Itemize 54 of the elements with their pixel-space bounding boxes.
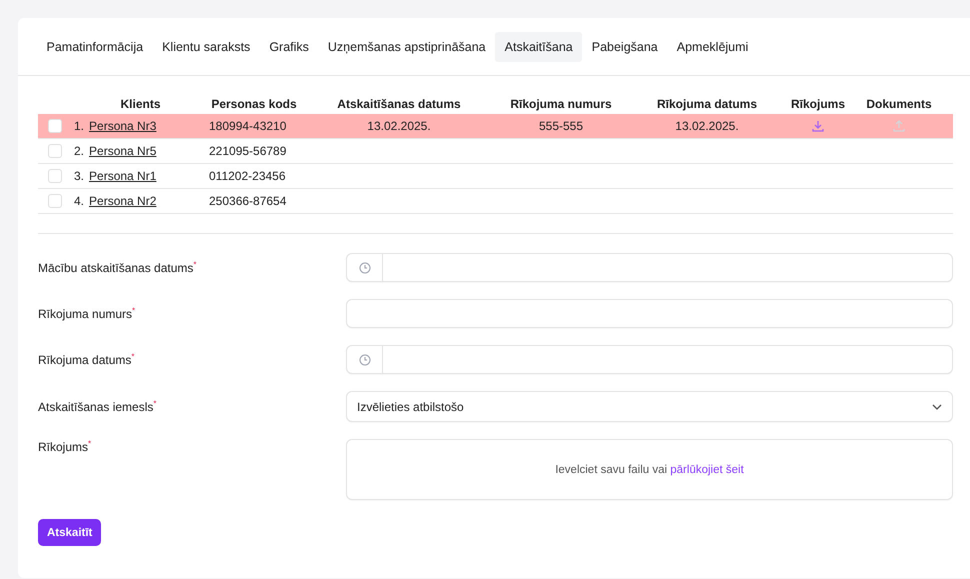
tab[interactable]: Uzņemšanas apstiprināšana: [318, 32, 496, 62]
table-cell: 011202-23456: [209, 169, 286, 183]
tab[interactable]: Grafiks: [260, 32, 318, 62]
clock-icon: [358, 354, 370, 366]
row-number: 3.: [74, 169, 84, 183]
chevron-down-icon: [932, 404, 942, 410]
column-header: Klients: [119, 97, 162, 111]
table-row[interactable]: 1. Persona Nr3 180994-43210 13.02.2025. 555-555 13.02.2025.: [38, 114, 953, 139]
checkbox[interactable]: [48, 119, 62, 133]
table-cell: 13.02.2025.: [367, 119, 431, 133]
table-cell: 555-555: [538, 119, 584, 133]
field-label: Atskaitīšanas iemesls$^{*}$: [38, 399, 158, 414]
drop-hint: Ievelciet savu failu vai pārlūkojiet šeit: [555, 464, 744, 476]
table-row[interactable]: 3. Persona Nr1 011202-23456: [38, 164, 953, 189]
tab[interactable]: Klientu saraksts: [152, 32, 260, 62]
tab[interactable]: Atskaitīšana: [495, 32, 582, 62]
client-link[interactable]: Persona Nr1: [89, 169, 156, 183]
field-label: Mācību atskaitīšanas datums$^{*}$: [38, 260, 198, 275]
browse-link[interactable]: pārlūkojiet šeit: [670, 464, 744, 476]
date-field[interactable]: [346, 253, 953, 282]
row-number: 1.: [74, 119, 84, 133]
input-field[interactable]: [346, 299, 953, 328]
row-number: 2.: [74, 144, 84, 158]
tab[interactable]: Pabeigšana: [582, 32, 668, 62]
field-label: Rīkojuma numurs$^{*}$: [38, 306, 136, 321]
tab[interactable]: Apmeklējumi: [667, 32, 758, 62]
client-link[interactable]: Persona Nr3: [89, 119, 156, 133]
checkbox[interactable]: [48, 144, 62, 158]
row-number: 4.: [74, 194, 84, 208]
date-field[interactable]: [346, 345, 953, 374]
column-header: Rīkojuma datums: [656, 97, 758, 111]
table-cell: 13.02.2025.: [675, 119, 739, 133]
select-field[interactable]: Izvēlieties atbilstošo: [346, 391, 953, 422]
column-header: Rīkojuma numurs: [509, 97, 613, 111]
table-row[interactable]: 4. Persona Nr2 250366-87654: [38, 189, 953, 214]
checkbox[interactable]: [48, 169, 62, 183]
checkbox[interactable]: [48, 194, 62, 208]
table-row[interactable]: 2. Persona Nr5 221095-56789: [38, 139, 953, 164]
field-label: Rīkojuma datums$^{*}$: [38, 352, 136, 367]
column-header: Atskaitīšanas datums: [336, 97, 462, 111]
download-icon[interactable]: [812, 120, 824, 132]
table-cell: 221095-56789: [209, 144, 286, 158]
column-header: Personas kods: [210, 97, 298, 111]
client-link[interactable]: Persona Nr2: [89, 194, 156, 208]
table-cell: 180994-43210: [209, 119, 286, 133]
tab[interactable]: Pamatinformācija: [37, 32, 153, 62]
field-label: Rīkojums$^{*}$: [38, 439, 92, 454]
column-header: Dokuments: [865, 97, 933, 111]
file-drop-zone[interactable]: Ievelciet savu failu vai pārlūkojiet šeit: [346, 439, 953, 500]
column-header: Rīkojums: [791, 97, 845, 111]
clock-icon: [358, 262, 370, 274]
submit-button[interactable]: Atskaitīt: [38, 519, 102, 546]
client-link[interactable]: Persona Nr5: [89, 144, 156, 158]
table-cell: 250366-87654: [209, 194, 286, 208]
